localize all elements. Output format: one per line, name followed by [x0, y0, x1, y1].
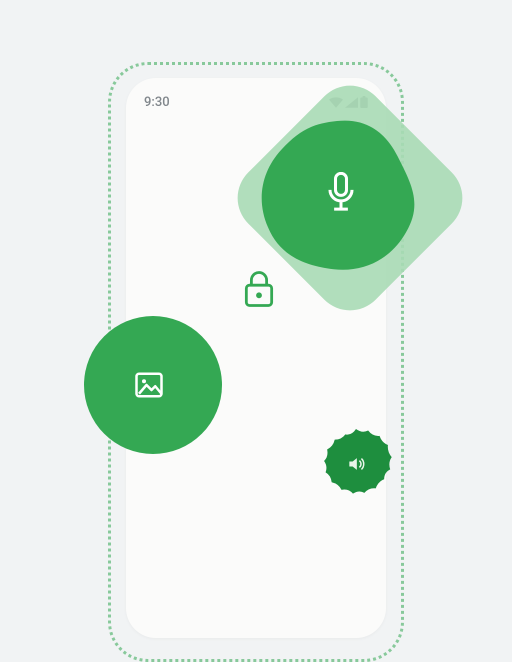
status-time: 9:30	[144, 95, 170, 110]
speaker-icon	[346, 454, 366, 474]
illustration-stage: 9:30	[0, 0, 512, 512]
image-icon	[134, 370, 164, 400]
microphone-icon	[324, 172, 358, 216]
